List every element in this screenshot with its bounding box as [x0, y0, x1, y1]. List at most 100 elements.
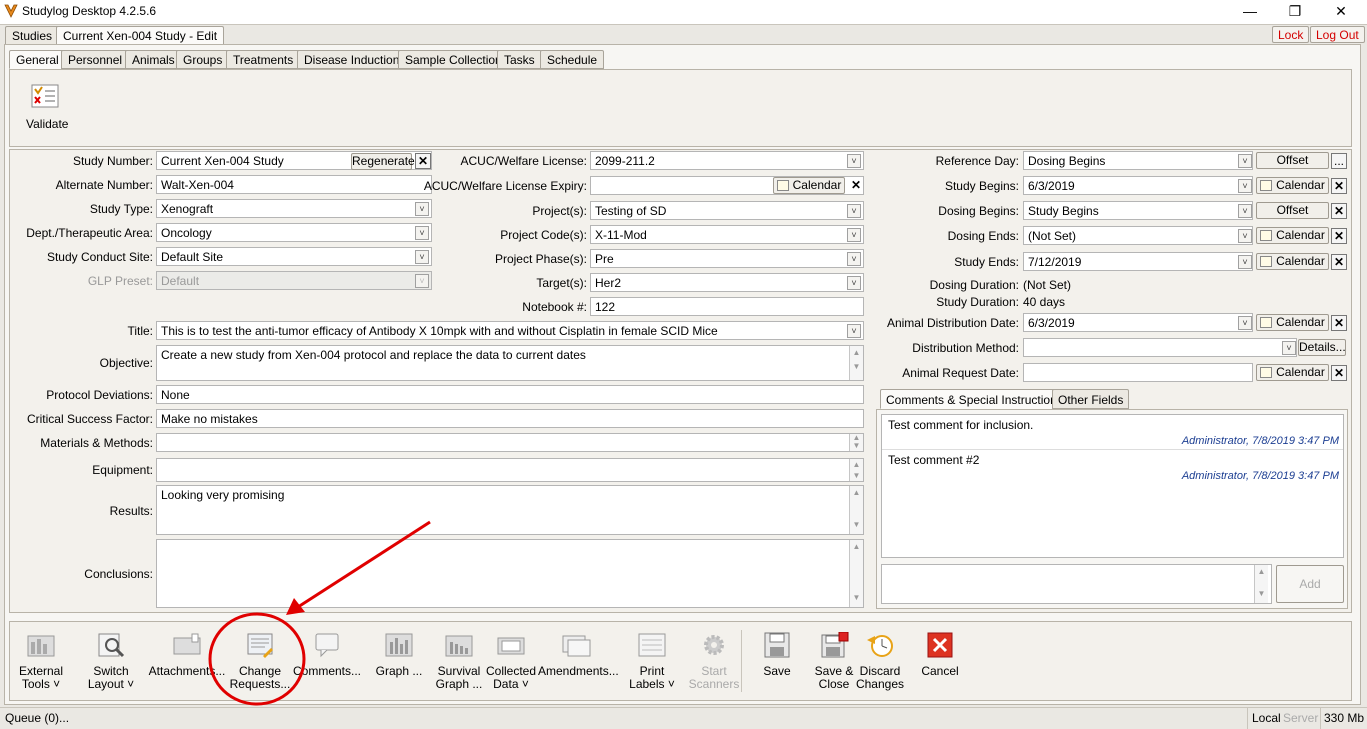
tab-tasks[interactable]: Tasks: [497, 50, 542, 69]
alternate-number-field[interactable]: Walt-Xen-004: [156, 175, 432, 194]
reference-day-offset-button[interactable]: Offset: [1256, 152, 1329, 169]
conclusions-scrollbar[interactable]: ▲ ▼: [849, 540, 863, 607]
tab-schedule[interactable]: Schedule: [540, 50, 605, 69]
external-tools-button[interactable]: External Tools ˅: [16, 632, 66, 691]
clear-dosing-ends-button[interactable]: ✕: [1331, 228, 1347, 244]
switch-layout-button[interactable]: Switch Layout ˅: [86, 632, 136, 691]
amendments-button[interactable]: Amendments...: [538, 632, 619, 678]
survival-graph-button[interactable]: Survival Graph ...: [434, 632, 484, 691]
logout-button[interactable]: Log Out: [1310, 26, 1365, 43]
chevron-down-icon[interactable]: ˅: [1238, 204, 1252, 218]
objective-textarea[interactable]: Create a new study from Xen-004 protocol…: [156, 345, 864, 381]
study-ends-field[interactable]: 7/12/2019: [1023, 252, 1253, 271]
study-begins-calendar-button[interactable]: Calendar: [1256, 177, 1329, 194]
tab-general[interactable]: General: [9, 50, 66, 69]
chevron-down-icon[interactable]: ˅: [847, 204, 861, 218]
clear-study-begins-button[interactable]: ✕: [1331, 178, 1347, 194]
clear-animal-distribution-date-button[interactable]: ✕: [1331, 315, 1347, 331]
comments-button[interactable]: Comments...: [293, 632, 361, 678]
tab-treatments[interactable]: Treatments: [226, 50, 301, 69]
change-requests-button[interactable]: Change Requests...: [225, 632, 295, 691]
chevron-down-icon[interactable]: ˅: [847, 154, 861, 168]
conduct-site-select[interactable]: Default Site: [156, 247, 432, 266]
chevron-down-icon[interactable]: ˅: [1282, 341, 1296, 355]
attachments-button[interactable]: Attachments...: [148, 632, 226, 678]
chevron-down-icon[interactable]: ˅: [1238, 179, 1252, 193]
chevron-down-icon[interactable]: ˅: [847, 276, 861, 290]
tab-studies[interactable]: Studies: [5, 26, 60, 45]
regenerate-button[interactable]: Regenerate: [351, 153, 415, 170]
close-window-button[interactable]: ✕: [1318, 0, 1364, 22]
study-ends-calendar-button[interactable]: Calendar: [1256, 253, 1329, 270]
clear-acuc-expiry-button[interactable]: ✕: [848, 178, 864, 194]
study-type-select[interactable]: Xenograft: [156, 199, 432, 218]
minimize-button[interactable]: —: [1227, 0, 1273, 22]
targets-select[interactable]: Her2: [590, 273, 864, 292]
chevron-down-icon[interactable]: ˅: [415, 202, 429, 216]
chevron-down-icon[interactable]: ˅: [415, 226, 429, 240]
validate-icon[interactable]: [31, 84, 59, 108]
conclusions-textarea[interactable]: [156, 539, 864, 608]
add-comment-button[interactable]: Add: [1276, 565, 1344, 603]
chevron-down-icon[interactable]: ˅: [1238, 154, 1252, 168]
new-comment-textarea[interactable]: [881, 564, 1272, 604]
study-begins-field[interactable]: 6/3/2019: [1023, 176, 1253, 195]
clear-dosing-begins-button[interactable]: ✕: [1331, 203, 1347, 219]
animal-request-date-field[interactable]: [1023, 363, 1253, 382]
tab-comments-special-instructions[interactable]: Comments & Special Instructions: [880, 389, 1069, 409]
results-textarea[interactable]: Looking very promising: [156, 485, 864, 535]
chevron-down-icon[interactable]: ˅: [1238, 316, 1252, 330]
dept-area-select[interactable]: Oncology: [156, 223, 432, 242]
discard-changes-button[interactable]: Discard Changes: [855, 632, 905, 691]
title-field[interactable]: This is to test the anti-tumor efficacy …: [156, 321, 864, 340]
chevron-down-icon[interactable]: ˅: [847, 324, 861, 338]
dosing-ends-field[interactable]: (Not Set): [1023, 226, 1253, 245]
tab-sample-collection[interactable]: Sample Collection: [398, 50, 509, 69]
animal-distribution-date-field[interactable]: 6/3/2019: [1023, 313, 1253, 332]
reference-day-select[interactable]: Dosing Begins: [1023, 151, 1253, 170]
tab-current-study-edit[interactable]: Current Xen-004 Study - Edit: [56, 26, 225, 45]
chevron-down-icon[interactable]: ˅: [847, 252, 861, 266]
reference-day-more-button[interactable]: ...: [1331, 153, 1347, 169]
chevron-down-icon[interactable]: ˅: [847, 228, 861, 242]
clear-animal-request-date-button[interactable]: ✕: [1331, 365, 1347, 381]
project-phases-select[interactable]: Pre: [590, 249, 864, 268]
tab-other-fields[interactable]: Other Fields: [1052, 389, 1130, 409]
acuc-license-select[interactable]: 2099-211.2: [590, 151, 864, 170]
tab-personnel[interactable]: Personnel: [61, 50, 130, 69]
dosing-begins-offset-button[interactable]: Offset: [1256, 202, 1329, 219]
equipment-scrollbar[interactable]: ▲ ▼: [849, 459, 863, 481]
notebook-field[interactable]: 122: [590, 297, 864, 316]
lock-button[interactable]: Lock: [1272, 26, 1310, 43]
comment-item[interactable]: Test comment #2 Administrator, 7/8/2019 …: [882, 450, 1343, 485]
collected-data-button[interactable]: Collected Data ˅: [485, 632, 537, 691]
equipment-textarea[interactable]: [156, 458, 864, 482]
clear-study-number-button[interactable]: ✕: [415, 153, 431, 169]
objective-scrollbar[interactable]: ▲ ▼: [849, 346, 863, 380]
cancel-button[interactable]: Cancel: [918, 632, 962, 678]
chevron-down-icon[interactable]: ˅: [1238, 255, 1252, 269]
distribution-method-details-button[interactable]: Details...: [1298, 339, 1346, 356]
projects-select[interactable]: Testing of SD: [590, 201, 864, 220]
animal-request-calendar-button[interactable]: Calendar: [1256, 364, 1329, 381]
protocol-deviations-field[interactable]: None: [156, 385, 864, 404]
animal-distribution-calendar-button[interactable]: Calendar: [1256, 314, 1329, 331]
clear-study-ends-button[interactable]: ✕: [1331, 254, 1347, 270]
chevron-down-icon[interactable]: ˅: [415, 250, 429, 264]
save-close-button[interactable]: Save & Close: [811, 631, 857, 691]
chevron-down-icon[interactable]: ˅: [1238, 229, 1252, 243]
dosing-ends-calendar-button[interactable]: Calendar: [1256, 227, 1329, 244]
save-button[interactable]: Save: [756, 632, 798, 678]
materials-methods-textarea[interactable]: [156, 433, 864, 452]
new-comment-scrollbar[interactable]: ▲ ▼: [1254, 565, 1268, 603]
acuc-expiry-calendar-button[interactable]: Calendar: [773, 177, 845, 194]
tab-groups[interactable]: Groups: [176, 50, 230, 69]
maximize-button[interactable]: ❐: [1272, 0, 1318, 22]
results-scrollbar[interactable]: ▲ ▼: [849, 486, 863, 534]
critical-success-field[interactable]: Make no mistakes: [156, 409, 864, 428]
comment-item[interactable]: Test comment for inclusion. Administrato…: [882, 415, 1343, 450]
distribution-method-select[interactable]: [1023, 338, 1297, 357]
queue-status[interactable]: Queue (0)...: [5, 711, 69, 725]
materials-scrollbar[interactable]: ▲ ▼: [849, 434, 863, 451]
validate-button-label[interactable]: Validate: [26, 117, 68, 131]
